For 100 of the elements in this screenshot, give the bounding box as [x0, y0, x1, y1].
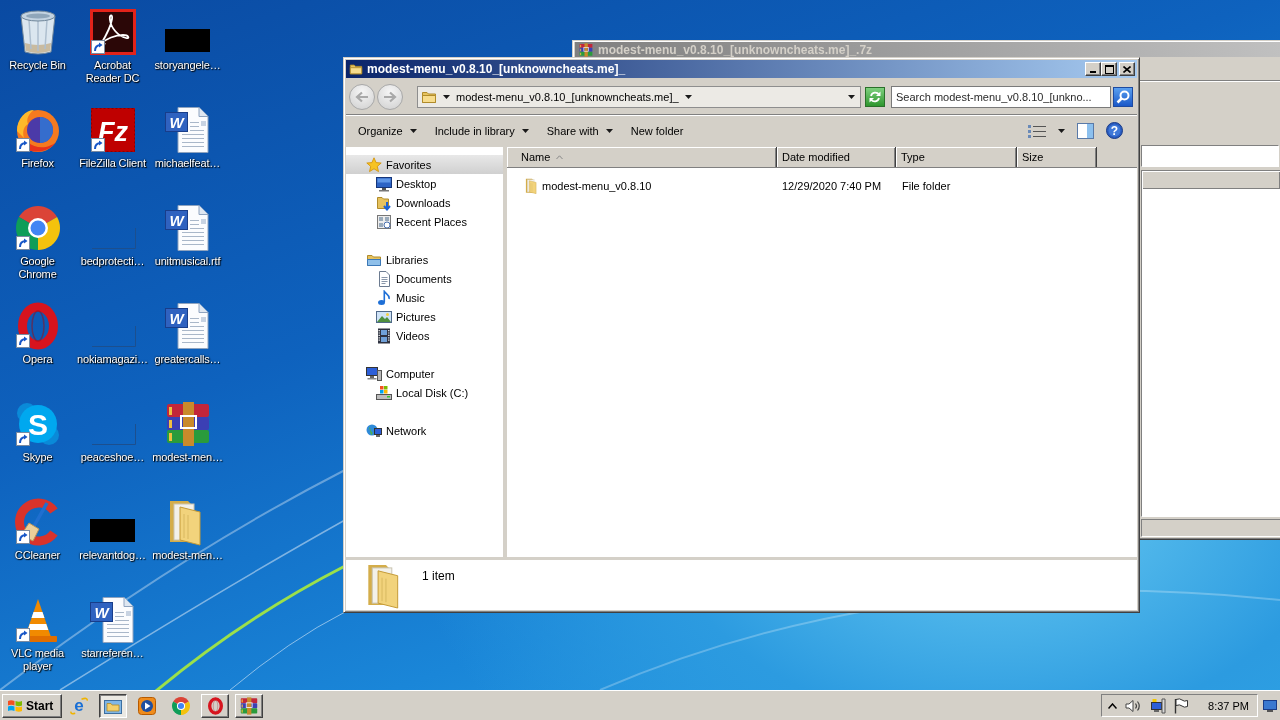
caret-icon[interactable]	[848, 95, 855, 99]
desktop-icon-label[interactable]: bedprotecti…	[80, 255, 145, 268]
chevron-up-icon[interactable]	[1108, 702, 1118, 709]
nav-item[interactable]: Music	[346, 288, 503, 307]
nav-item[interactable]: Downloads	[346, 193, 503, 212]
column-header[interactable]: Name	[507, 147, 777, 167]
column-header[interactable]: Size	[1017, 147, 1097, 167]
desktop-icon-label[interactable]: nokiamagazi…	[77, 353, 148, 366]
nav-item[interactable]: Libraries	[346, 250, 503, 269]
desktop-icon-label[interactable]: storyangele…	[154, 59, 221, 72]
archive-icon	[240, 696, 258, 715]
nav-item[interactable]: Network	[346, 421, 503, 440]
music-note-icon	[376, 289, 392, 306]
document-icon	[376, 270, 392, 287]
monitor-icon	[376, 175, 392, 192]
folder-icon	[524, 178, 538, 194]
nav-item[interactable]: Favorites	[346, 155, 503, 174]
search-icon	[1116, 90, 1130, 104]
folder-icon	[104, 697, 122, 714]
sort-caret-icon	[556, 155, 564, 159]
archive-icon	[578, 42, 594, 57]
column-header[interactable]: Type	[896, 147, 1017, 167]
desktop-icon-label[interactable]: Skype	[22, 451, 53, 464]
desktop-icon-label[interactable]: michaelfeat…	[154, 157, 221, 170]
film-icon	[376, 327, 392, 344]
file-name[interactable]: modest-menu_v0.8.10	[542, 180, 652, 192]
breadcrumb-item[interactable]: modest-menu_v0.8.10_[unknowncheats.me]_	[456, 91, 679, 103]
desktop-icon-label[interactable]: FileZilla Client	[79, 157, 146, 170]
list-header[interactable]	[1142, 171, 1280, 189]
column-header[interactable]: Date modified	[777, 147, 896, 167]
desktop-icon-label[interactable]: unitmusical.rtf	[154, 255, 221, 268]
close-button[interactable]	[1119, 62, 1135, 76]
desktop-icon-label[interactable]: VLC media player	[0, 647, 75, 673]
flag-logo-icon	[7, 697, 23, 714]
flag-icon[interactable]	[1174, 697, 1189, 714]
pdf-reader-icon[interactable]	[88, 8, 137, 56]
caret-icon	[605, 128, 613, 133]
thumbnail-icon[interactable]	[164, 29, 210, 52]
nav-item[interactable]: Recent Places	[346, 212, 503, 231]
nav-item[interactable]: Documents	[346, 269, 503, 288]
item-count: 1 item	[422, 569, 455, 583]
help-icon[interactable]: ?	[1106, 122, 1123, 139]
speaker-icon[interactable]	[1125, 698, 1143, 713]
network-status-icon[interactable]	[1150, 697, 1167, 714]
clock[interactable]: 8:37 PM	[1208, 699, 1249, 712]
desktop-icon-label[interactable]: starreferen…	[81, 647, 144, 660]
nav-item[interactable]: Videos	[346, 326, 503, 345]
window-title: modest-menu_v0.8.10_[unknowncheats.me]_	[367, 62, 626, 76]
minimize-icon	[1090, 71, 1096, 73]
caret-icon[interactable]	[684, 95, 692, 99]
preview-pane-icon[interactable]	[1077, 122, 1094, 139]
chrome-icon	[172, 696, 190, 715]
caret-icon	[521, 128, 529, 133]
play-icon	[138, 696, 156, 715]
desktop-icon-label[interactable]: Firefox	[21, 157, 54, 170]
desktop-icon-label[interactable]: Google Chrome	[0, 255, 75, 281]
window-title: modest-menu_v0.8.10_[unknowncheats.me]_.7z	[598, 42, 873, 57]
search-button[interactable]	[1113, 87, 1133, 107]
monitor-icon	[1263, 699, 1277, 712]
desktop-icon-label[interactable]: Recycle Bin	[9, 59, 66, 72]
arrow-left-icon	[355, 91, 369, 103]
computer-icon	[366, 365, 382, 382]
filezilla-icon[interactable]: Fz	[88, 106, 137, 154]
nav-item[interactable]: Local Disk (C:)	[346, 383, 503, 402]
start-button[interactable]: Start	[2, 693, 62, 718]
network-icon	[366, 422, 382, 439]
toolbar-button[interactable]: Share with	[537, 119, 622, 142]
nav-item[interactable]: Desktop	[346, 174, 503, 193]
toolbar-button[interactable]: Include in library	[425, 119, 538, 142]
folder-icon	[349, 62, 363, 76]
arrow-right-icon	[383, 91, 397, 103]
toolbar-button[interactable]: New folder	[621, 119, 693, 142]
toolbar-button[interactable]: Organize	[349, 119, 426, 142]
opera-icon	[207, 696, 223, 715]
caret-icon[interactable]	[443, 95, 450, 99]
maximize-icon	[1104, 64, 1114, 74]
close-icon	[1123, 65, 1131, 73]
folder-icon	[366, 563, 400, 609]
maximize-button[interactable]	[1101, 62, 1117, 76]
caret-icon	[409, 128, 417, 133]
desktop-icon-label[interactable]: greatercalls…	[154, 353, 221, 366]
disk-drive-icon	[376, 384, 392, 401]
desktop-icon-label[interactable]: modest-men…	[152, 549, 223, 562]
taskbar-button[interactable]	[99, 693, 127, 718]
desktop-icon-label[interactable]: relevantdog…	[79, 549, 146, 562]
nav-item[interactable]: Computer	[346, 364, 503, 383]
path-field[interactable]	[1141, 144, 1279, 167]
desktop-icon-label[interactable]: Acrobat Reader DC	[75, 59, 150, 85]
view-options-icon[interactable]	[1028, 123, 1046, 138]
minimize-button[interactable]	[1085, 62, 1101, 76]
desktop-icon-label[interactable]: Opera	[22, 353, 53, 366]
address-bar[interactable]: modest-menu_v0.8.10_[unknowncheats.me]_	[417, 86, 861, 108]
refresh-button[interactable]	[865, 87, 885, 107]
desktop-icon-label[interactable]: modest-men…	[152, 451, 223, 464]
nav-item[interactable]: Pictures	[346, 307, 503, 326]
desktop-icon-label[interactable]: peaceshoe…	[80, 451, 145, 464]
caret-icon[interactable]	[1058, 128, 1065, 133]
thumbnail-icon[interactable]	[89, 519, 135, 542]
desktop-icon-label[interactable]: CCleaner	[14, 549, 61, 562]
search-field[interactable]: Search modest-menu_v0.8.10_[unkno...	[891, 86, 1111, 108]
